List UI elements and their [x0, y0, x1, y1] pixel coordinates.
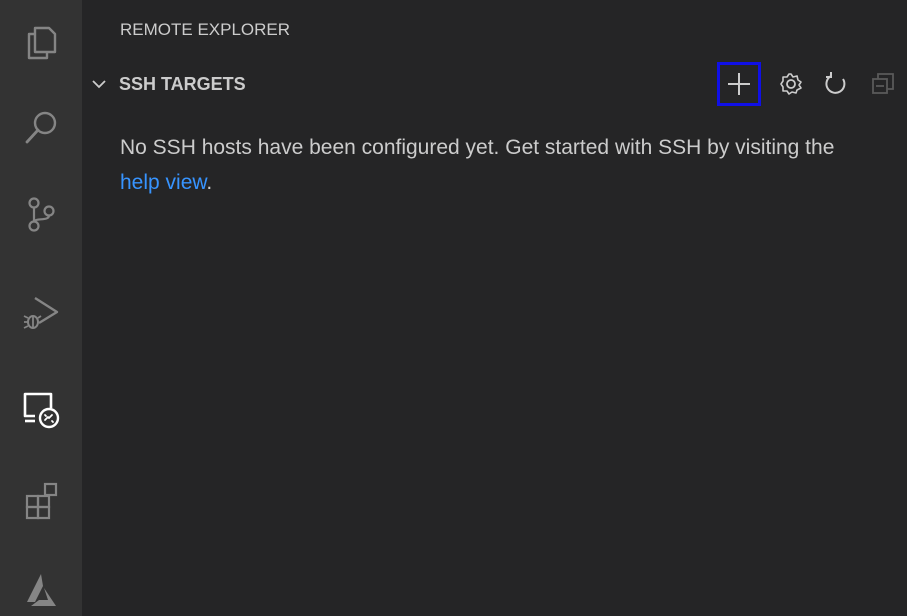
- collapse-all-button[interactable]: [859, 62, 907, 106]
- chevron-down-icon[interactable]: [90, 75, 108, 93]
- no-hosts-message: No SSH hosts have been configured yet. G…: [120, 130, 860, 200]
- remote-explorer-sidebar: REMOTE EXPLORER SSH TARGETS No SSH hosts…: [82, 0, 907, 616]
- vscode-window: REMOTE EXPLORER SSH TARGETS No SSH hosts…: [0, 0, 907, 616]
- refresh-icon: [825, 72, 846, 94]
- gear-icon: [780, 73, 802, 95]
- activity-source-control[interactable]: [0, 172, 82, 256]
- activity-bar: [0, 0, 82, 616]
- search-icon: [25, 111, 57, 144]
- extensions-icon: [25, 482, 58, 520]
- add-new-ssh-host-button[interactable]: [717, 62, 761, 106]
- activity-run-and-debug[interactable]: [0, 270, 82, 354]
- remote-explorer-icon: [23, 392, 60, 429]
- configure-button[interactable]: [769, 62, 813, 106]
- message-text: No SSH hosts have been configured yet. G…: [120, 136, 835, 159]
- activity-search[interactable]: [0, 86, 82, 170]
- refresh-button[interactable]: [814, 62, 858, 106]
- activity-remote-explorer[interactable]: [0, 366, 82, 450]
- add-icon: [728, 73, 750, 95]
- azure-icon: [27, 574, 56, 606]
- collapse-all-icon: [872, 73, 894, 94]
- activity-explorer[interactable]: [0, 0, 82, 84]
- activity-extensions[interactable]: [0, 458, 82, 542]
- message-period: .: [206, 171, 213, 194]
- source-control-icon: [28, 197, 55, 232]
- section-title: SSH TARGETS: [119, 74, 246, 94]
- ssh-targets-section-header[interactable]: SSH TARGETS: [82, 62, 907, 106]
- help-view-link[interactable]: help view: [120, 171, 206, 194]
- view-title: REMOTE EXPLORER: [120, 20, 291, 39]
- activity-azure[interactable]: [0, 548, 82, 616]
- run-debug-icon: [23, 296, 59, 329]
- files-icon: [27, 26, 57, 60]
